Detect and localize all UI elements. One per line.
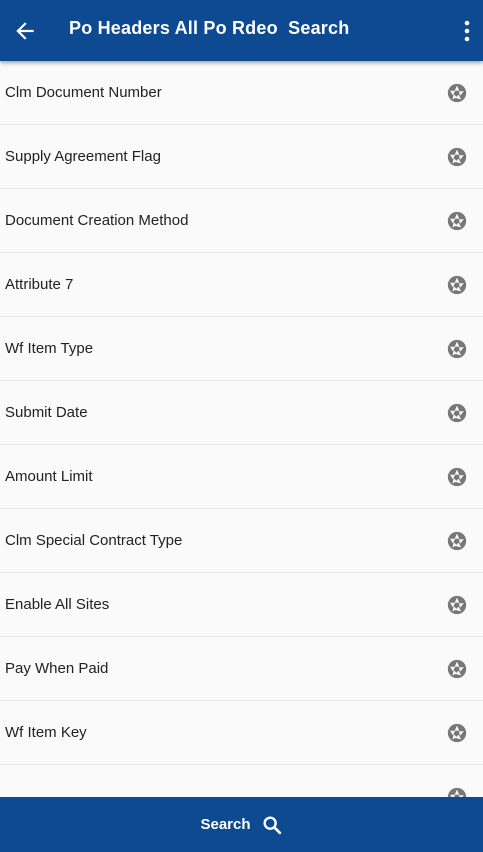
aperture-icon[interactable] bbox=[446, 338, 468, 360]
app-bar: Po Headers All Po Rdeo Search bbox=[0, 0, 483, 61]
list-item[interactable]: Enable All Sites bbox=[0, 573, 483, 637]
list-item[interactable]: Submit Date bbox=[0, 381, 483, 445]
list-item-label: Submit Date bbox=[5, 404, 88, 421]
aperture-icon[interactable] bbox=[446, 82, 468, 104]
list-item[interactable]: Document Creation Method bbox=[0, 189, 483, 253]
aperture-icon[interactable] bbox=[446, 594, 468, 616]
aperture-icon[interactable] bbox=[446, 722, 468, 744]
list-item-label: Wf Item Key bbox=[5, 724, 87, 741]
aperture-icon[interactable] bbox=[446, 530, 468, 552]
aperture-icon[interactable] bbox=[446, 210, 468, 232]
arrow-left-icon[interactable] bbox=[12, 18, 38, 44]
aperture-icon[interactable] bbox=[446, 402, 468, 424]
list-item-label: Document Creation Method bbox=[5, 212, 189, 229]
list-item-label: Clm Document Number bbox=[5, 84, 162, 101]
list-item[interactable]: Supply Agreement Flag bbox=[0, 125, 483, 189]
search-icon bbox=[262, 815, 281, 834]
aperture-icon[interactable] bbox=[446, 466, 468, 488]
search-button-label: Search bbox=[200, 816, 251, 833]
list-item-label: Wf Item Type bbox=[5, 340, 94, 357]
list-item-label: Clm Special Contract Type bbox=[5, 532, 183, 549]
list-item-label: Pay When Paid bbox=[5, 660, 109, 677]
list-item-label: Amount Limit bbox=[5, 468, 93, 485]
list-item[interactable] bbox=[0, 765, 483, 797]
list-item[interactable]: Wf Item Type bbox=[0, 317, 483, 381]
field-list: Clm Document Number Supply Agreement Fla… bbox=[0, 61, 483, 797]
list-item[interactable]: Attribute 7 bbox=[0, 253, 483, 317]
list-item[interactable]: Clm Document Number bbox=[0, 61, 483, 125]
search-button[interactable]: Search bbox=[0, 797, 483, 852]
list-item-label: Supply Agreement Flag bbox=[5, 148, 161, 165]
list-item-label: Enable All Sites bbox=[5, 596, 110, 613]
list-item[interactable]: Amount Limit bbox=[0, 445, 483, 509]
list-item-label: Attribute 7 bbox=[5, 276, 74, 293]
more-vert-icon[interactable] bbox=[461, 19, 473, 43]
list-item[interactable]: Clm Special Contract Type bbox=[0, 509, 483, 573]
aperture-icon[interactable] bbox=[446, 146, 468, 168]
aperture-icon[interactable] bbox=[446, 786, 468, 798]
list-item[interactable]: Pay When Paid bbox=[0, 637, 483, 701]
aperture-icon[interactable] bbox=[446, 658, 468, 680]
list-item[interactable]: Wf Item Key bbox=[0, 701, 483, 765]
aperture-icon[interactable] bbox=[446, 274, 468, 296]
page-title: Po Headers All Po Rdeo Search bbox=[69, 18, 350, 38]
